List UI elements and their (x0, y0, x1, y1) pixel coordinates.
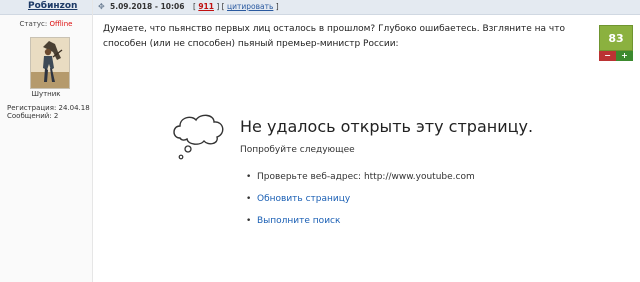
vote-up-button[interactable]: + (616, 51, 633, 61)
user-status: Статус: Offline (0, 20, 92, 28)
post-date: 5.09.2018 - 10:06 (110, 2, 185, 11)
user-rank: Шутник (31, 90, 61, 98)
rating-value: 83 (599, 25, 633, 51)
bracket-close: ] (275, 2, 279, 11)
bracket-open: [ (193, 2, 196, 11)
username-bar: Робинzon (0, 0, 92, 15)
bracket-mid: ] [ (216, 2, 225, 11)
suggestion-list: Проверьте веб-адрес: http://www.youtube.… (246, 171, 475, 237)
error-title: Не удалось открыть эту страницу. (240, 117, 534, 136)
thought-cloud-icon (170, 108, 230, 168)
rating-widget: 83 − + (599, 25, 633, 61)
error-subtitle: Попробуйте следующее (240, 145, 355, 155)
user-sidebar: Робинzon Статус: Offline Шутник Регистра… (0, 0, 93, 282)
post-text: Думаете, что пьянство первых лиц осталос… (103, 24, 566, 49)
refresh-page-link[interactable]: Обновить страницу (246, 193, 475, 215)
post-actions: [ 911 ] [ цитировать ] (193, 2, 279, 11)
suggestion-check-address: Проверьте веб-адрес: http://www.youtube.… (246, 171, 475, 193)
rating-buttons: − + (599, 51, 633, 61)
avatar[interactable] (30, 37, 70, 89)
vote-down-button[interactable]: − (599, 51, 616, 61)
status-label: Статус: (19, 20, 48, 28)
registration-date: Регистрация: 24.04.18 (7, 104, 90, 112)
message-count: Сообщений: 2 (7, 112, 59, 120)
quote-link[interactable]: цитировать (227, 2, 273, 11)
search-link[interactable]: Выполните поиск (246, 215, 475, 237)
username-link[interactable]: Робинzon (28, 1, 77, 11)
status-value: Offline (49, 20, 73, 28)
user-meta: Регистрация: 24.04.18 Сообщений: 2 (7, 104, 90, 120)
post-header: ✥ 5.09.2018 - 10:06 [ 911 ] [ цитировать… (93, 0, 640, 15)
post-number-link[interactable]: 911 (198, 2, 214, 11)
post-link-icon[interactable]: ✥ (98, 2, 105, 11)
